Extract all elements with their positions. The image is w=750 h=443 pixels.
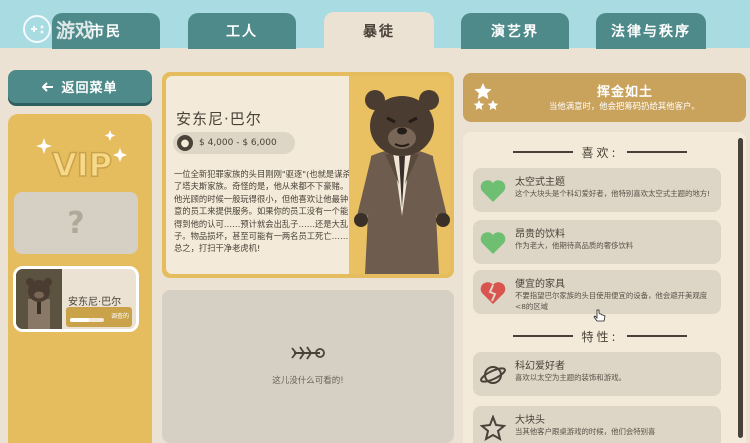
progress-track xyxy=(70,318,104,322)
character-card: 安东尼·巴尔 ● $ 4,000 - $ 6,000 一位全新犯罪家族的头目刚刚… xyxy=(162,72,454,278)
dislike-item: 便宜的家具 不要指望巴尔家族的头目使用便宜的设备，他会避开美观度<8的区域 xyxy=(473,270,721,314)
chip-icon: ● xyxy=(177,135,193,151)
trait-name: 大块头 xyxy=(515,415,545,426)
progress-label: 调查的 xyxy=(110,313,129,320)
question-mark: ? xyxy=(67,205,85,241)
empty-message: 这儿没什么可看的! xyxy=(272,376,344,386)
tab-label: 市民 xyxy=(90,24,122,40)
perk-title: 挥金如土 xyxy=(597,85,654,100)
watermark-logo: 游戏 xyxy=(22,14,94,44)
fish-bone-icon xyxy=(291,346,325,360)
star-burst-icon xyxy=(479,415,507,442)
planet-icon xyxy=(480,366,506,384)
perk-subtitle: 当他满意时，他会把筹码扔给其他客户。 xyxy=(549,101,700,111)
trait-description: 喜欢以太空为主题的装饰和游戏。 xyxy=(515,373,626,382)
vip-panel: VIP ? 安东尼·巴尔 调查的 xyxy=(8,114,152,443)
tab-workers[interactable]: 工人 xyxy=(188,13,296,49)
like-description: 这个大块头是个科幻爱好者，他特别喜欢太空式主题的地方! xyxy=(515,189,711,198)
selected-vip-slot[interactable]: 安东尼·巴尔 调查的 xyxy=(13,266,139,332)
price-range: ● $ 4,000 - $ 6,000 xyxy=(173,132,295,154)
hand-cursor-icon xyxy=(593,309,606,322)
like-item: 昂贵的饮料 作为老大，他期待高品质的奢侈饮料 xyxy=(473,220,721,264)
tab-label: 演艺界 xyxy=(491,24,539,40)
likes-header: 喜欢: xyxy=(463,144,737,160)
tab-entertainment[interactable]: 演艺界 xyxy=(461,13,569,49)
character-card-inner: 安东尼·巴尔 ● $ 4,000 - $ 6,000 一位全新犯罪家族的头目刚刚… xyxy=(166,76,450,274)
vip-badge: VIP xyxy=(36,130,127,185)
dislike-name: 便宜的家具 xyxy=(515,279,565,290)
scrollbar[interactable] xyxy=(738,138,743,438)
trait-name: 科幻爱好者 xyxy=(515,361,565,372)
like-name: 太空式主题 xyxy=(515,177,565,188)
divider xyxy=(626,151,687,153)
perk-banner: 挥金如土 当他满意时，他会把筹码扔给其他客户。 xyxy=(463,73,746,122)
broken-heart-icon xyxy=(480,282,506,304)
investigation-progress: 调查的 xyxy=(66,307,132,327)
character-portrait xyxy=(349,76,450,274)
game-screen: 市民 工人 暴徒 演艺界 法律与秩序 游戏 返回菜单 VIP ? 安东尼·巴尔 … xyxy=(0,0,750,443)
gamepad-icon xyxy=(23,15,51,43)
scrollbar-thumb[interactable] xyxy=(738,138,743,438)
traits-header: 特性: xyxy=(463,328,737,344)
back-button-label: 返回菜单 xyxy=(61,81,118,96)
character-thumbnail xyxy=(16,269,62,329)
character-description: 一位全新犯罪家族的头目刚刚"驱逐"(也就是谋杀)了塔夫斯家族。奇怪的是，他从来都… xyxy=(174,169,355,254)
tab-label: 法律与秩序 xyxy=(611,24,691,40)
tab-label: 暴徒 xyxy=(363,24,395,40)
divider xyxy=(513,151,574,153)
heart-icon xyxy=(480,180,506,202)
like-name: 昂贵的饮料 xyxy=(515,229,565,240)
trait-description: 当其他客户跟桌游戏的时候，他们会特别喜 xyxy=(515,427,656,436)
vip-label: VIP xyxy=(52,146,112,184)
dislike-description: 不要指望巴尔家族的头目使用便宜的设备，他会避开美观度<8的区域 xyxy=(515,291,708,311)
heart-icon xyxy=(480,232,506,254)
back-to-menu-button[interactable]: 返回菜单 xyxy=(8,70,152,103)
watermark-text: 游戏 xyxy=(56,19,95,42)
tab-mobsters[interactable]: 暴徒 xyxy=(324,12,434,50)
arrow-left-icon xyxy=(42,81,54,92)
stars-icon xyxy=(473,83,499,110)
preferences-panel[interactable]: 喜欢: 太空式主题 这个大块头是个科幻爱好者，他特别喜欢太空式主题的地方! 昂贵… xyxy=(463,132,746,443)
empty-info-box: 这儿没什么可看的! xyxy=(162,290,454,443)
likes-header-label: 喜欢: xyxy=(581,145,619,160)
slot-character-name: 安东尼·巴尔 xyxy=(68,297,122,308)
traits-header-label: 特性: xyxy=(581,329,619,344)
trait-item: 大块头 当其他客户跟桌游戏的时候，他们会特别喜 xyxy=(473,406,721,443)
divider xyxy=(626,335,687,337)
empty-vip-slot[interactable]: ? xyxy=(14,192,138,254)
tab-label: 工人 xyxy=(226,24,258,40)
tab-law-and-order[interactable]: 法律与秩序 xyxy=(596,13,706,49)
character-name: 安东尼·巴尔 xyxy=(176,110,262,128)
like-description: 作为老大，他期待高品质的奢侈饮料 xyxy=(515,241,634,250)
progress-fill xyxy=(70,318,89,322)
price-text: $ 4,000 - $ 6,000 xyxy=(199,138,277,148)
divider xyxy=(513,335,574,337)
like-item: 太空式主题 这个大块头是个科幻爱好者，他特别喜欢太空式主题的地方! xyxy=(473,168,721,212)
trait-item: 科幻爱好者 喜欢以太空为主题的装饰和游戏。 xyxy=(473,352,721,396)
